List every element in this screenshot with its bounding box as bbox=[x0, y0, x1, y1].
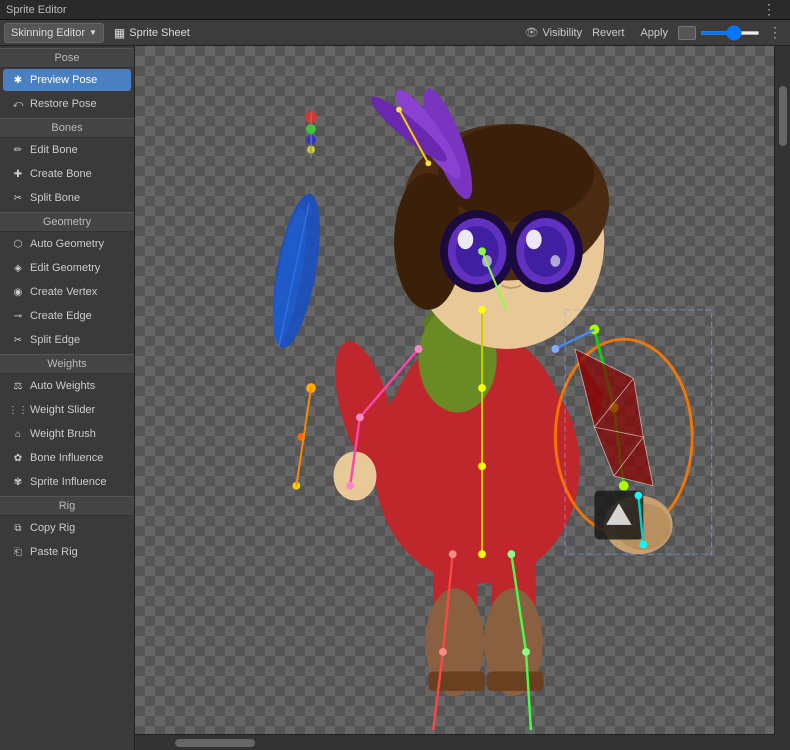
auto-geometry-icon: ⬡ bbox=[11, 237, 25, 251]
canvas-area[interactable] bbox=[135, 46, 790, 750]
tool-btn-weight-slider[interactable]: ⋮⋮ Weight Slider bbox=[3, 399, 131, 421]
weight-slider-label: Weight Slider bbox=[30, 404, 95, 416]
dropdown-label: Skinning Editor bbox=[11, 27, 85, 39]
h-scrollbar-thumb[interactable] bbox=[175, 739, 255, 747]
preview-pose-label: Preview Pose bbox=[30, 74, 97, 86]
tool-btn-edit-geometry[interactable]: ◈ Edit Geometry bbox=[3, 257, 131, 279]
tool-btn-paste-rig[interactable]: ⎗ Paste Rig bbox=[3, 541, 131, 563]
menu-icon[interactable]: ⋮ bbox=[762, 1, 776, 18]
section-header-bones: Bones bbox=[0, 118, 134, 138]
tool-btn-create-bone[interactable]: ✚ Create Bone bbox=[3, 163, 131, 185]
weight-brush-label: Weight Brush bbox=[30, 428, 96, 440]
title-bar: Sprite Editor ⋮ bbox=[0, 0, 790, 20]
revert-button[interactable]: Revert bbox=[586, 25, 630, 41]
sprite-sheet-button[interactable]: ▦ Sprite Sheet bbox=[108, 23, 196, 43]
tool-btn-bone-influence[interactable]: ✿ Bone Influence bbox=[3, 447, 131, 469]
opacity-slider[interactable] bbox=[700, 31, 760, 35]
section-header-geometry: Geometry bbox=[0, 212, 134, 232]
edit-geometry-label: Edit Geometry bbox=[30, 262, 100, 274]
character-svg bbox=[135, 46, 790, 734]
section-header-weights: Weights bbox=[0, 354, 134, 374]
horizontal-scrollbar[interactable] bbox=[135, 734, 774, 750]
paste-rig-icon: ⎗ bbox=[11, 545, 25, 559]
auto-weights-icon: ⚖ bbox=[11, 379, 25, 393]
split-bone-label: Split Bone bbox=[30, 192, 80, 204]
create-vertex-icon: ◉ bbox=[11, 285, 25, 299]
weight-brush-icon: ⌂ bbox=[11, 427, 25, 441]
create-vertex-label: Create Vertex bbox=[30, 286, 97, 298]
tool-btn-auto-geometry[interactable]: ⬡ Auto Geometry bbox=[3, 233, 131, 255]
tool-btn-auto-weights[interactable]: ⚖ Auto Weights bbox=[3, 375, 131, 397]
weight-slider-icon: ⋮⋮ bbox=[11, 403, 25, 417]
tool-btn-preview-pose[interactable]: ✱ Preview Pose bbox=[3, 69, 131, 91]
toolbar: Skinning Editor ▼ ▦ Sprite Sheet 👁 Visib… bbox=[0, 20, 790, 46]
tool-btn-edit-bone[interactable]: ✏ Edit Bone bbox=[3, 139, 131, 161]
apply-button[interactable]: Apply bbox=[634, 25, 674, 41]
main-layout: Pose ✱ Preview Pose ⤺ Restore Pose Bones ✏ Edit… bbox=[0, 46, 790, 750]
preview-pose-icon: ✱ bbox=[11, 73, 25, 87]
edit-bone-label: Edit Bone bbox=[30, 144, 78, 156]
color-button[interactable] bbox=[678, 26, 696, 40]
sprite-influence-label: Sprite Influence bbox=[30, 476, 106, 488]
tool-btn-sprite-influence[interactable]: ✾ Sprite Influence bbox=[3, 471, 131, 493]
paste-rig-label: Paste Rig bbox=[30, 546, 78, 558]
tool-btn-restore-pose[interactable]: ⤺ Restore Pose bbox=[3, 93, 131, 115]
slider-area bbox=[700, 31, 760, 35]
split-edge-label: Split Edge bbox=[30, 334, 80, 346]
auto-geometry-label: Auto Geometry bbox=[30, 238, 104, 250]
sprite-influence-icon: ✾ bbox=[11, 475, 25, 489]
eye-icon: 👁 bbox=[525, 26, 539, 39]
section-header-pose: Pose bbox=[0, 48, 134, 68]
bone-influence-label: Bone Influence bbox=[30, 452, 103, 464]
tool-btn-weight-brush[interactable]: ⌂ Weight Brush bbox=[3, 423, 131, 445]
tool-btn-copy-rig[interactable]: ⧉ Copy Rig bbox=[3, 517, 131, 539]
split-bone-icon: ✂ bbox=[11, 191, 25, 205]
tool-btn-create-vertex[interactable]: ◉ Create Vertex bbox=[3, 281, 131, 303]
dropdown-arrow-icon: ▼ bbox=[89, 28, 97, 37]
tool-btn-split-edge[interactable]: ✂ Split Edge bbox=[3, 329, 131, 351]
visibility-label: Visibility bbox=[543, 27, 583, 39]
window-title: Sprite Editor bbox=[6, 4, 67, 16]
auto-weights-label: Auto Weights bbox=[30, 380, 95, 392]
copy-rig-label: Copy Rig bbox=[30, 522, 75, 534]
sprite-sheet-icon: ▦ bbox=[114, 26, 125, 40]
create-bone-icon: ✚ bbox=[11, 167, 25, 181]
split-edge-icon: ✂ bbox=[11, 333, 25, 347]
visibility-toggle[interactable]: 👁 Visibility bbox=[525, 26, 583, 39]
vertical-scrollbar[interactable] bbox=[774, 46, 790, 734]
skinning-editor-dropdown[interactable]: Skinning Editor ▼ bbox=[4, 23, 104, 43]
tool-btn-create-edge[interactable]: ⊸ Create Edge bbox=[3, 305, 131, 327]
tool-btn-split-bone[interactable]: ✂ Split Bone bbox=[3, 187, 131, 209]
character-canvas[interactable] bbox=[135, 46, 790, 734]
sprite-sheet-label: Sprite Sheet bbox=[129, 27, 190, 39]
scroll-corner bbox=[774, 734, 790, 750]
left-panel: Pose ✱ Preview Pose ⤺ Restore Pose Bones ✏ Edit… bbox=[0, 46, 135, 750]
restore-pose-icon: ⤺ bbox=[11, 97, 25, 111]
section-header-rig: Rig bbox=[0, 496, 134, 516]
edit-geometry-icon: ◈ bbox=[11, 261, 25, 275]
bone-influence-icon: ✿ bbox=[11, 451, 25, 465]
create-edge-icon: ⊸ bbox=[11, 309, 25, 323]
more-options-button[interactable]: ⋮ bbox=[764, 24, 786, 41]
create-edge-label: Create Edge bbox=[30, 310, 92, 322]
v-scrollbar-thumb[interactable] bbox=[779, 86, 787, 146]
edit-bone-icon: ✏ bbox=[11, 143, 25, 157]
restore-pose-label: Restore Pose bbox=[30, 98, 97, 110]
create-bone-label: Create Bone bbox=[30, 168, 92, 180]
copy-rig-icon: ⧉ bbox=[11, 521, 25, 535]
